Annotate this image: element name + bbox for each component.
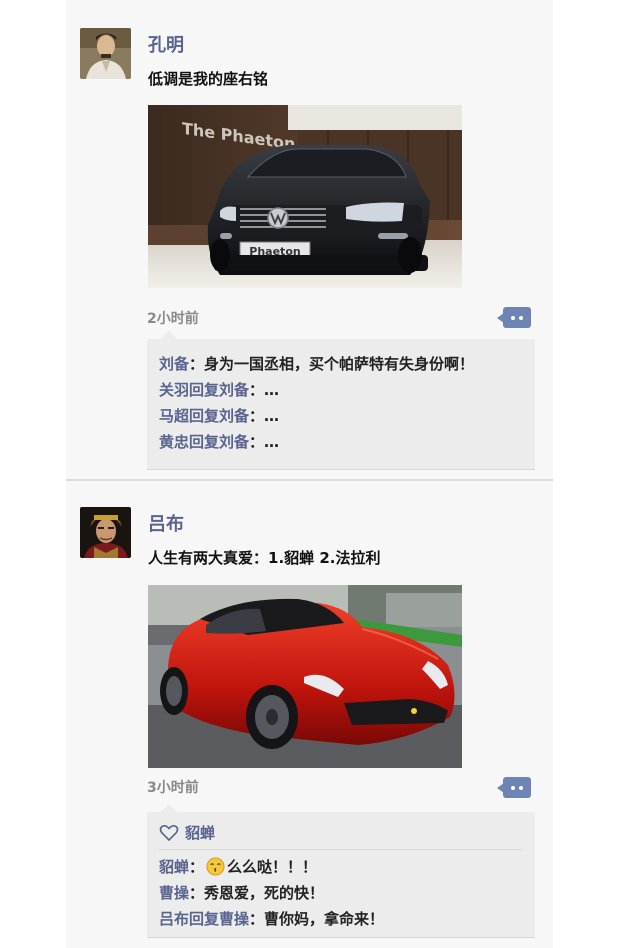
comment-author[interactable]: 吕布回复曹操 [159,910,249,928]
post-author[interactable]: 吕布 [148,510,184,536]
heart-icon[interactable] [159,824,179,842]
post-text: 人生有两大真爱：1.貂蝉 2.法拉利 [148,549,381,567]
comment-item[interactable]: 吕布回复曹操：曹你妈，拿命来！ [159,906,523,932]
comment-author[interactable]: 马超回复刘备 [159,407,249,425]
comment-separator: ： [249,910,265,928]
comment-separator: ： [189,858,205,876]
post-author[interactable]: 孔明 [148,31,184,57]
comment-item[interactable]: 曹操：秀恩爱，死的快！ [159,880,523,906]
comment-text: … [264,381,280,399]
comment-author[interactable]: 曹操 [159,884,189,902]
comment-text: … [264,407,280,425]
like-row: 貂蝉 [159,821,523,850]
comment-box: 貂蝉 貂蝉： 么么哒！！！ 曹操：秀恩爱，死的快！ 吕布回复曹操：曹你妈，拿命来！ [147,804,535,938]
post-item: 吕布 人生有两大真爱：1.貂蝉 2.法拉利 3小时前 貂蝉 貂蝉： 么么哒！！！… [66,479,553,948]
comment-text: … [264,433,280,451]
comment-separator: ： [249,407,265,425]
comment-item[interactable]: 刘备：身为一国丞相，买个帕萨特有失身份啊！ [159,351,523,377]
post-text: 低调是我的座右铭 [148,70,269,88]
comment-separator: ： [249,381,265,399]
kiss-emoji-icon [206,857,225,876]
comment-text: 么么哒！！！ [227,858,318,876]
avatar-lvbu-icon[interactable] [80,507,131,558]
car-ferrari-photo[interactable] [148,585,462,768]
post-item: 孔明 低调是我的座右铭 The Phaeton Phaeton 2小时前 刘备：… [66,0,553,479]
comment-text: 身为一国丞相，买个帕萨特有失身份啊！ [204,355,475,373]
comment-author[interactable]: 关羽回复刘备 [159,381,249,399]
comment-box: 刘备：身为一国丞相，买个帕萨特有失身份啊！ 关羽回复刘备：… 马超回复刘备：… … [147,331,535,470]
comment-text: 曹你妈，拿命来！ [264,910,385,928]
feed: 孔明 低调是我的座右铭 The Phaeton Phaeton 2小时前 刘备：… [66,0,553,948]
comment-item[interactable]: 马超回复刘备：… [159,403,523,429]
like-names[interactable]: 貂蝉 [185,821,215,845]
comment-icon[interactable] [497,307,531,328]
post-time: 2小时前 [147,311,199,327]
comment-item[interactable]: 貂蝉： 么么哒！！！ [159,854,523,880]
comment-separator: ： [249,433,265,451]
comment-icon[interactable] [497,777,531,798]
comment-separator: ： [189,355,205,373]
comment-author[interactable]: 黄忠回复刘备 [159,433,249,451]
comment-text: 秀恩爱，死的快！ [204,884,325,902]
comment-item[interactable]: 关羽回复刘备：… [159,377,523,403]
comment-separator: ： [189,884,205,902]
comment-author[interactable]: 貂蝉 [159,858,189,876]
avatar-kongming-icon[interactable] [80,28,131,79]
post-time: 3小时前 [147,780,199,796]
comment-item[interactable]: 黄忠回复刘备：… [159,429,523,455]
comment-author[interactable]: 刘备 [159,355,189,373]
car-phaeton-photo[interactable]: The Phaeton Phaeton [148,105,462,288]
